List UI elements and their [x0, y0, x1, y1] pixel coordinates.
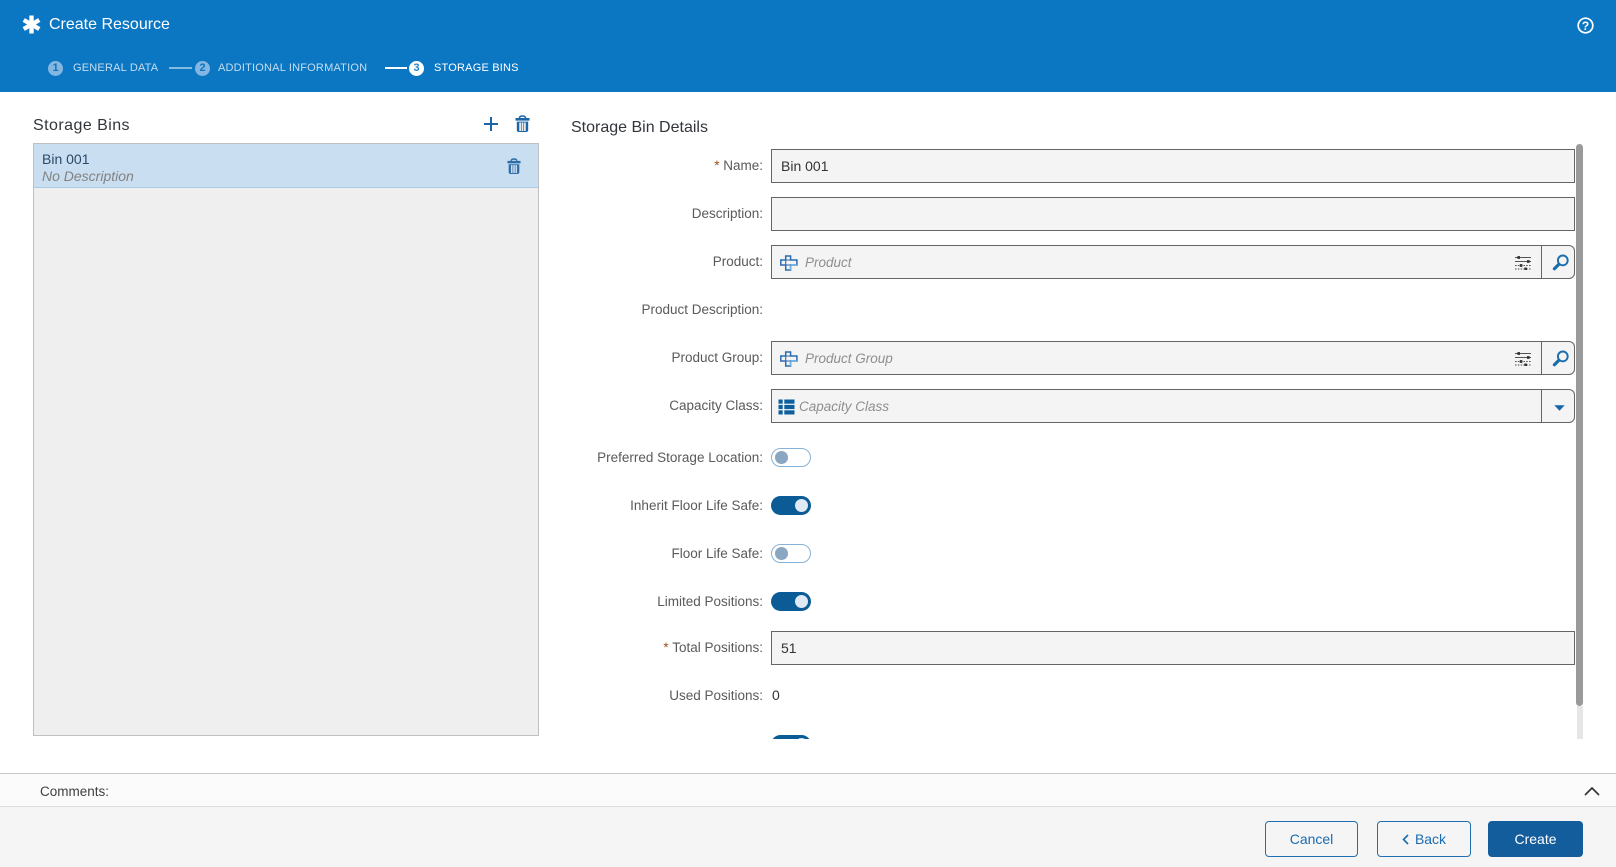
- svg-text:?: ?: [1582, 19, 1589, 33]
